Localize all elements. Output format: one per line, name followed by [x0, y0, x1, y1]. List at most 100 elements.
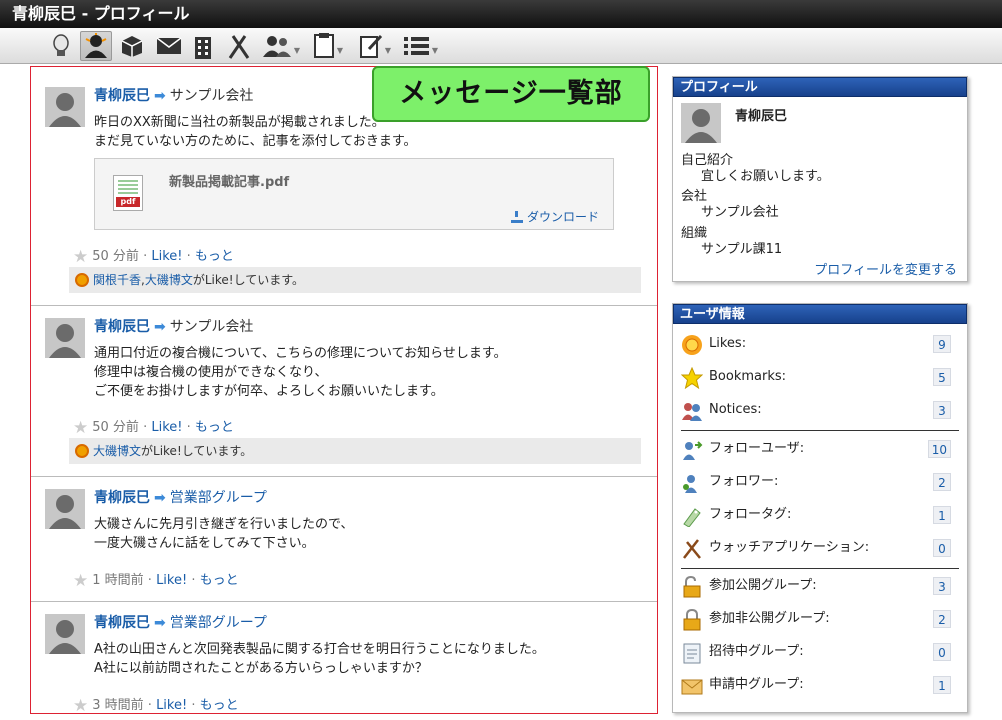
- document-icon[interactable]: ▼: [308, 31, 348, 61]
- follow-user-row[interactable]: フォローユーザ: 10: [679, 437, 959, 461]
- follower-row[interactable]: フォロワー: 2: [679, 470, 959, 494]
- user-info-panel: ユーザ情報 Likes: 9 Bookmarks: 5 Notices: 3 フ…: [672, 303, 968, 713]
- like-bar: 大磯博文がLike!しています。: [69, 438, 641, 464]
- message-time: 50 分前: [92, 420, 139, 435]
- target-link[interactable]: サンプル会社: [170, 88, 254, 104]
- pdf-file-icon[interactable]: pdf: [113, 175, 143, 211]
- company-value: サンプル会社: [701, 205, 779, 220]
- like-link[interactable]: Like!: [156, 698, 187, 713]
- message-meta: ★ 1 時間前 · Like! · もっと: [73, 571, 239, 591]
- message-header: 青柳辰巳 ➡ 営業部グループ: [94, 487, 267, 507]
- open-lock-icon: [683, 576, 701, 598]
- lightbulb-icon[interactable]: [48, 31, 74, 61]
- target-link[interactable]: サンプル会社: [170, 319, 254, 335]
- profile-icon[interactable]: [80, 31, 112, 61]
- avatar[interactable]: [45, 87, 85, 127]
- more-link[interactable]: もっと: [200, 698, 239, 713]
- edit-icon[interactable]: ▼: [354, 31, 396, 61]
- message-item: 青柳辰巳 ➡ 営業部グループ 大磯さんに先月引き継ぎを行いましたので、 一度大磯さん…: [31, 477, 657, 602]
- follow-tag-row[interactable]: フォロータグ: 1: [679, 503, 959, 527]
- message-list-callout: メッセージ一覧部: [372, 66, 650, 122]
- star-icon[interactable]: ★: [73, 571, 88, 591]
- user-name-link[interactable]: 青柳辰巳: [94, 615, 150, 631]
- sun-icon: [682, 335, 702, 355]
- target-link[interactable]: 営業部グループ: [170, 615, 267, 631]
- sun-icon: [75, 444, 89, 458]
- invited-group-row[interactable]: 招待中グループ: 0: [679, 640, 959, 664]
- message-header: 青柳辰巳 ➡ 営業部グループ: [94, 612, 267, 632]
- like-link[interactable]: Like!: [151, 249, 182, 264]
- lock-icon: [683, 609, 701, 631]
- users-icon[interactable]: ▼: [260, 31, 302, 61]
- edit-profile-link[interactable]: プロフィールを変更する: [814, 259, 957, 278]
- like-link[interactable]: Like!: [151, 420, 182, 435]
- count-badge: 1: [933, 506, 951, 524]
- star-icon[interactable]: ★: [73, 418, 88, 438]
- count-badge: 0: [933, 539, 951, 557]
- notices-row[interactable]: Notices: 3: [679, 398, 959, 422]
- count-badge: 2: [933, 610, 951, 628]
- liker-link[interactable]: 関根千香: [93, 273, 141, 287]
- divider: [681, 568, 959, 569]
- private-group-row[interactable]: 参加非公開グループ: 2: [679, 607, 959, 631]
- pending-group-row[interactable]: 申請中グループ: 1: [679, 673, 959, 697]
- message-time: 50 分前: [92, 249, 139, 264]
- panel-header: プロフィール: [673, 77, 967, 97]
- envelope-icon: [681, 679, 703, 695]
- sun-icon: [75, 273, 89, 287]
- message-list: 青柳辰巳 ➡ サンプル会社 昨日のXX新聞に当社の新製品が掲載されました。 まだ見て…: [30, 66, 658, 714]
- arrow-right-icon: ➡: [154, 88, 166, 104]
- more-link[interactable]: もっと: [200, 573, 239, 588]
- list-icon[interactable]: ▼: [400, 31, 442, 61]
- message-header: 青柳辰巳 ➡ サンプル会社: [94, 85, 253, 105]
- follower-icon: [683, 475, 697, 493]
- likes-row[interactable]: Likes: 9: [679, 332, 959, 356]
- count-badge: 5: [933, 368, 951, 386]
- download-icon: [510, 211, 523, 223]
- avatar: [681, 103, 721, 143]
- star-icon[interactable]: ★: [73, 696, 88, 713]
- people-icon: [682, 403, 702, 421]
- user-name-link[interactable]: 青柳辰巳: [94, 88, 150, 104]
- bookmarks-row[interactable]: Bookmarks: 5: [679, 365, 959, 389]
- avatar[interactable]: [45, 614, 85, 654]
- user-name-link[interactable]: 青柳辰巳: [94, 319, 150, 335]
- message-meta: ★ 50 分前 · Like! · もっと: [73, 247, 234, 267]
- count-badge: 2: [933, 473, 951, 491]
- avatar[interactable]: [45, 318, 85, 358]
- liker-link[interactable]: 大磯博文: [145, 273, 193, 287]
- watch-app-row[interactable]: ウォッチアプリケーション: 0: [679, 536, 959, 560]
- more-link[interactable]: もっと: [195, 249, 234, 264]
- attachment: pdf 新製品掲載記事.pdf ダウンロード: [94, 158, 614, 230]
- message-header: 青柳辰巳 ➡ サンプル会社: [94, 316, 253, 336]
- building-icon[interactable]: [190, 31, 216, 61]
- profile-panel: プロフィール 青柳辰巳 自己紹介 宜しくお願いします。 会社 サンプル会社 組織…: [672, 76, 968, 282]
- box-icon[interactable]: [116, 31, 148, 61]
- divider: [681, 430, 959, 431]
- count-badge: 0: [933, 643, 951, 661]
- message-body: 大磯さんに先月引き継ぎを行いましたので、 一度大磯さんに話をしてみて下さい。: [94, 517, 354, 551]
- more-link[interactable]: もっと: [195, 420, 234, 435]
- mail-icon[interactable]: [154, 31, 184, 61]
- arrow-right-icon: ➡: [154, 319, 166, 335]
- star-icon[interactable]: ★: [73, 247, 88, 267]
- attachment-filename[interactable]: 新製品掲載記事.pdf: [169, 171, 289, 190]
- avatar[interactable]: [45, 489, 85, 529]
- public-group-row[interactable]: 参加公開グループ: 3: [679, 574, 959, 598]
- message-body: A社の山田さんと次回発表製品に関する打合せを明日行うことになりました。 A社に以…: [94, 642, 545, 676]
- profile-name: 青柳辰巳: [735, 109, 788, 124]
- liker-link[interactable]: 大磯博文: [93, 444, 141, 458]
- tools-icon: [683, 539, 701, 559]
- message-meta: ★ 3 時間前 · Like! · もっと: [73, 696, 239, 714]
- tag-icon: [683, 508, 701, 527]
- follow-user-icon: [683, 441, 703, 460]
- count-badge: 3: [933, 577, 951, 595]
- download-link[interactable]: ダウンロード: [510, 208, 599, 225]
- user-name-link[interactable]: 青柳辰巳: [94, 490, 150, 506]
- target-link[interactable]: 営業部グループ: [170, 490, 267, 506]
- like-link[interactable]: Like!: [156, 573, 187, 588]
- count-badge: 3: [933, 401, 951, 419]
- org-value: サンプル課11: [701, 242, 783, 257]
- like-bar: 関根千香,大磯博文がLike!しています。: [69, 267, 641, 293]
- tools-icon[interactable]: [224, 31, 254, 61]
